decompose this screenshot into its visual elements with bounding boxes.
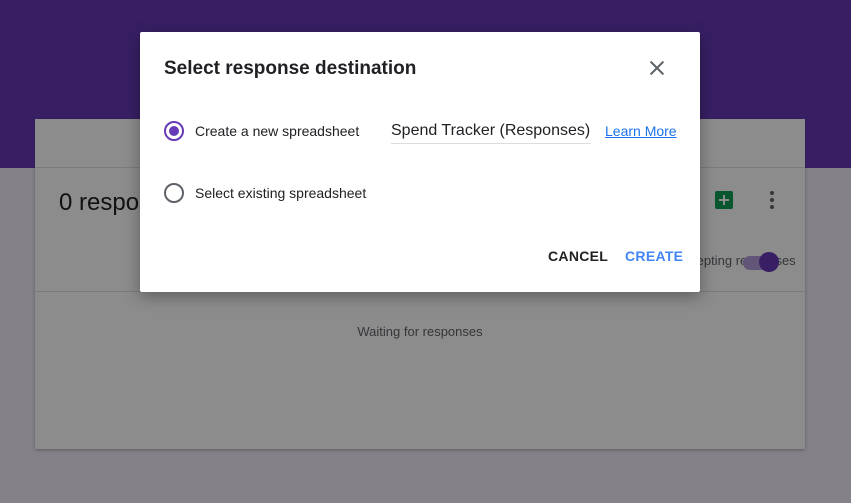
option-label: Create a new spreadsheet bbox=[195, 123, 360, 139]
learn-more-link[interactable]: Learn More bbox=[605, 123, 677, 139]
dialog-title: Select response destination bbox=[164, 58, 417, 79]
radio-unchecked-icon[interactable] bbox=[164, 183, 184, 203]
response-destination-dialog: Select response destination Create a new… bbox=[140, 32, 700, 292]
cancel-button[interactable]: CANCEL bbox=[548, 248, 608, 264]
close-icon[interactable] bbox=[645, 56, 669, 80]
option-select-existing[interactable]: Select existing spreadsheet bbox=[164, 182, 366, 204]
create-button[interactable]: CREATE bbox=[625, 248, 683, 264]
option-create-new[interactable]: Create a new spreadsheet bbox=[164, 120, 359, 142]
option-label: Select existing spreadsheet bbox=[195, 185, 367, 201]
radio-checked-icon[interactable] bbox=[164, 121, 184, 141]
spreadsheet-name-input[interactable] bbox=[391, 118, 591, 144]
